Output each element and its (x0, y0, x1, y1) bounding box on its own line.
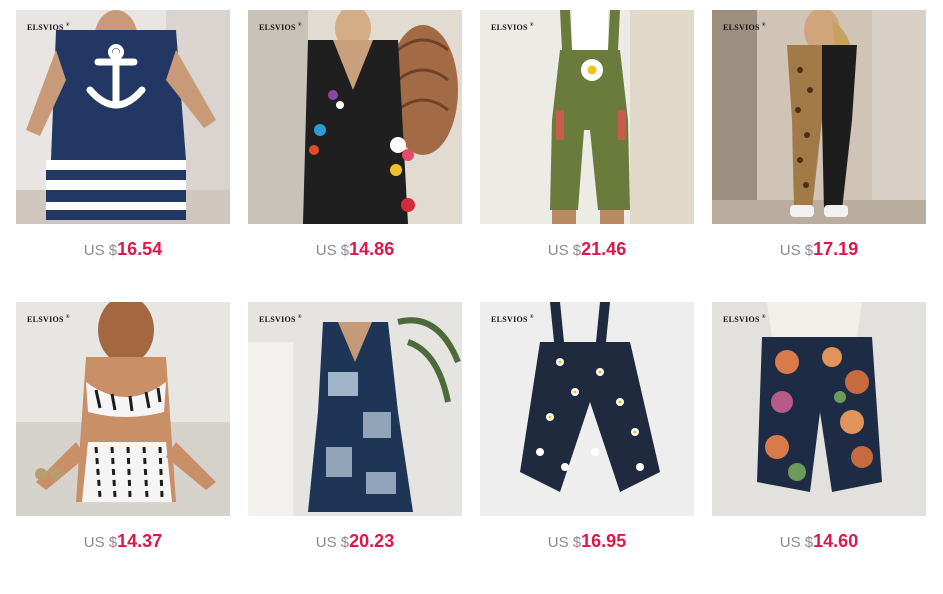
product-image-4[interactable]: ELSVIOS ® (712, 10, 926, 224)
brand-watermark: ELSVIOS ® (723, 23, 766, 32)
olive-overalls-image (480, 10, 694, 224)
currency-prefix: US $ (315, 242, 350, 259)
tie-dye-set-image (16, 302, 230, 516)
brand-watermark: ELSVIOS ® (259, 23, 302, 32)
product-image-8[interactable]: ELSVIOS ® (712, 302, 926, 516)
product-grid: ELSVIOS ® US $16.54 ELSVIOS ® US $14.86 … (16, 10, 928, 594)
product-image-2[interactable]: ELSVIOS ® (248, 10, 462, 224)
price-label-3: US $21.46 (548, 238, 626, 260)
brand-watermark: ELSVIOS ® (27, 23, 70, 32)
currency-prefix: US $ (547, 242, 582, 259)
price-value: 16.54 (117, 239, 163, 259)
price-label-4: US $17.19 (780, 238, 858, 260)
product-card-4[interactable]: ELSVIOS ® US $17.19 (712, 10, 926, 260)
product-image-3[interactable]: ELSVIOS ® (480, 10, 694, 224)
product-row-2: ELSVIOS ® US $14.37 ELSVIOS ® US $20.23 … (16, 302, 928, 552)
price-label-2: US $14.86 (316, 238, 394, 260)
currency-prefix: US $ (83, 534, 118, 551)
product-row-1: ELSVIOS ® US $16.54 ELSVIOS ® US $14.86 … (16, 10, 928, 260)
floral-pants-image (712, 302, 926, 516)
brand-watermark: ELSVIOS ® (259, 315, 302, 324)
product-card-2[interactable]: ELSVIOS ® US $14.86 (248, 10, 462, 260)
price-value: 16.95 (581, 531, 627, 551)
brand-watermark: ELSVIOS ® (27, 315, 70, 324)
floral-jumpsuit-image (248, 10, 462, 224)
currency-prefix: US $ (779, 534, 814, 551)
product-image-1[interactable]: ELSVIOS ® (16, 10, 230, 224)
price-label-7: US $16.95 (548, 530, 626, 552)
product-card-3[interactable]: ELSVIOS ® US $21.46 (480, 10, 694, 260)
currency-prefix: US $ (83, 242, 118, 259)
product-card-5[interactable]: ELSVIOS ® US $14.37 (16, 302, 230, 552)
price-label-6: US $20.23 (316, 530, 394, 552)
product-card-7[interactable]: ELSVIOS ® US $16.95 (480, 302, 694, 552)
price-value: 21.46 (581, 239, 627, 259)
anchor-outfit-image (16, 10, 230, 224)
price-value: 14.60 (813, 531, 859, 551)
product-image-7[interactable]: ELSVIOS ® (480, 302, 694, 516)
currency-prefix: US $ (315, 534, 350, 551)
brand-watermark: ELSVIOS ® (491, 23, 534, 32)
leopard-jumpsuit-image (712, 10, 926, 224)
currency-prefix: US $ (779, 242, 814, 259)
product-image-6[interactable]: ELSVIOS ® (248, 302, 462, 516)
price-value: 20.23 (349, 531, 395, 551)
brand-watermark: ELSVIOS ® (491, 315, 534, 324)
price-value: 14.37 (117, 531, 163, 551)
product-card-1[interactable]: ELSVIOS ® US $16.54 (16, 10, 230, 260)
product-card-8[interactable]: ELSVIOS ® US $14.60 (712, 302, 926, 552)
brand-watermark: ELSVIOS ® (723, 315, 766, 324)
daisy-overalls-image (480, 302, 694, 516)
product-image-5[interactable]: ELSVIOS ® (16, 302, 230, 516)
price-label-1: US $16.54 (84, 238, 162, 260)
navy-tie-dye-jumpsuit-image (248, 302, 462, 516)
price-label-5: US $14.37 (84, 530, 162, 552)
price-value: 14.86 (349, 239, 395, 259)
product-card-6[interactable]: ELSVIOS ® US $20.23 (248, 302, 462, 552)
price-label-8: US $14.60 (780, 530, 858, 552)
price-value: 17.19 (813, 239, 859, 259)
currency-prefix: US $ (547, 534, 582, 551)
